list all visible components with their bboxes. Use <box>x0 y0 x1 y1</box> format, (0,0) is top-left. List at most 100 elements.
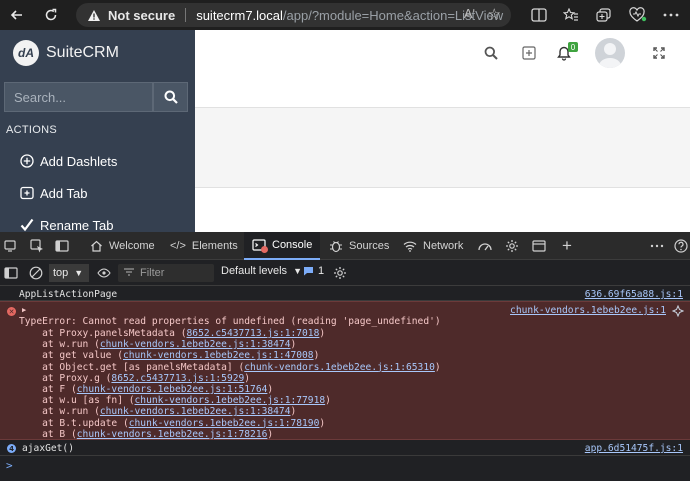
device-emulation-icon[interactable] <box>3 238 19 254</box>
not-secure-label[interactable]: Not secure <box>108 8 175 23</box>
notification-count-badge: 0 <box>568 42 578 52</box>
sidebar-search-button[interactable] <box>153 82 188 112</box>
favorite-star-icon[interactable]: ☆ <box>488 5 501 23</box>
stack-frame-link[interactable]: chunk-vendors.1ebeb2ee.js:1:65310 <box>244 362 435 373</box>
chevron-down-icon: ▼ <box>293 266 303 276</box>
stack-frame-link[interactable]: chunk-vendors.1ebeb2ee.js:1:78216 <box>77 429 268 440</box>
tab-elements[interactable]: </> Elements <box>168 232 244 260</box>
stack-frame-text: at B ( <box>19 428 77 440</box>
stack-frame: at w.run (chunk-vendors.1ebeb2ee.js:1:38… <box>19 406 296 417</box>
bug-icon <box>329 239 343 253</box>
add-panel-icon[interactable]: + <box>559 236 575 255</box>
stack-frame-text: ) <box>267 428 274 440</box>
stack-frame-link[interactable]: chunk-vendors.1ebeb2ee.js:1:38474 <box>100 406 291 417</box>
context-selector[interactable]: top ▼ <box>49 264 89 282</box>
stack-frame: at Proxy.panelsMetadata (8652.c5437713.j… <box>19 328 325 339</box>
stack-frame-link[interactable]: 8652.c5437713.js:1:7018 <box>187 328 320 339</box>
brand-name[interactable]: SuiteCRM <box>46 44 119 62</box>
browser-essentials-icon[interactable] <box>627 5 649 25</box>
global-search-icon[interactable] <box>482 44 500 62</box>
log-message: AppListActionPage 636.69f65a88.js:1 <box>0 286 690 301</box>
error-ai-explain-icon[interactable] <box>671 304 685 320</box>
address-bar[interactable]: Not secure suitecrm7.local/app/?module=H… <box>76 3 511 27</box>
stack-frame-text: ) <box>319 417 326 429</box>
stack-frame: at Object.get [as panelsMetadata] (chunk… <box>19 362 441 373</box>
crm-header: 0 <box>195 30 690 76</box>
checkmark-icon <box>20 218 34 232</box>
fullscreen-icon[interactable] <box>650 44 668 62</box>
help-icon[interactable] <box>673 238 689 254</box>
inspect-element-icon[interactable] <box>29 238 45 254</box>
refresh-icon <box>45 8 57 21</box>
favorites-icon[interactable] <box>560 5 582 25</box>
stack-frame-text: at w.run ( <box>19 339 100 351</box>
address-divider <box>185 8 187 22</box>
tab-sources[interactable]: Sources <box>329 232 395 260</box>
context-value: top <box>53 267 69 279</box>
issues-counter[interactable]: 1 <box>303 265 324 277</box>
code-icon: </> <box>170 240 186 252</box>
live-expression-eye-icon[interactable] <box>96 265 112 281</box>
quick-create-icon[interactable] <box>520 44 538 62</box>
application-panel-icon[interactable] <box>531 238 547 254</box>
performance-icon[interactable] <box>477 238 493 254</box>
log-text: ajaxGet() <box>22 443 74 454</box>
error-source-link[interactable]: chunk-vendors.1ebeb2ee.js:1 <box>510 305 666 316</box>
stack-frame-text: ) <box>434 361 441 373</box>
stack-frame-text: at F ( <box>19 384 77 395</box>
stack-frame: at get value (chunk-vendors.1ebeb2ee.js:… <box>19 350 319 361</box>
console-prompt-input[interactable]: > <box>0 456 690 476</box>
tab-console[interactable]: Console <box>244 232 320 260</box>
stack-frame: at B (chunk-vendors.1ebeb2ee.js:1:78216) <box>19 429 273 440</box>
stack-frame-text: ) <box>290 339 297 351</box>
console-filterbar: top ▼ Filter Default levels ▼ 1 <box>0 260 690 286</box>
url-host[interactable]: suitecrm7.local <box>196 8 283 23</box>
collections-icon[interactable] <box>593 5 615 25</box>
devtools-more-icon[interactable] <box>649 238 665 254</box>
log-source-link[interactable]: app.6d51475f.js:1 <box>585 443 683 454</box>
log-source-link[interactable]: 636.69f65a88.js:1 <box>585 289 683 300</box>
stack-frame-link[interactable]: chunk-vendors.1ebeb2ee.js:1:38474 <box>100 339 291 350</box>
issues-chat-icon <box>303 266 314 276</box>
split-screen-icon[interactable] <box>528 5 550 25</box>
tab-welcome[interactable]: Welcome <box>88 232 161 260</box>
devtools-panel: Welcome </> Elements Console Sources Net… <box>0 232 690 481</box>
read-aloud-icon[interactable]: Aʹ <box>464 6 475 21</box>
stack-frame-link[interactable]: chunk-vendors.1ebeb2ee.js:1:77918 <box>135 395 326 406</box>
console-settings-gear-icon[interactable] <box>332 265 348 281</box>
dashboard-tab-strip <box>195 107 690 188</box>
settings-gear-icon[interactable] <box>504 238 520 254</box>
user-avatar[interactable] <box>595 38 625 68</box>
stack-frame-text: ) <box>325 395 331 407</box>
stack-frame-text: at Proxy.g ( <box>19 372 112 384</box>
add-tab-icon <box>20 186 34 200</box>
add-dashlets-action[interactable]: Add Dashlets <box>20 151 117 171</box>
sidebar-search-input[interactable]: Search... <box>4 82 153 112</box>
stack-frame-link[interactable]: 8652.c5437713.js:1:5929 <box>111 373 244 384</box>
suitecrm-logo[interactable]: dA <box>13 40 39 66</box>
add-tab-action[interactable]: Add Tab <box>20 183 87 203</box>
sidebar-toggle-icon[interactable] <box>3 265 19 281</box>
back-arrow-icon <box>10 10 22 20</box>
expand-triangle-icon[interactable]: ▶ <box>22 306 26 314</box>
home-icon <box>90 240 103 252</box>
dock-side-icon[interactable] <box>54 238 70 254</box>
log-levels-dropdown[interactable]: Default levels ▼ <box>221 265 302 277</box>
clear-console-icon[interactable] <box>28 265 44 281</box>
refresh-button[interactable] <box>36 0 66 30</box>
action-label: Add Dashlets <box>40 153 118 169</box>
back-button[interactable] <box>2 0 32 30</box>
console-filter-input[interactable]: Filter <box>118 264 214 282</box>
stack-frame-link[interactable]: chunk-vendors.1ebeb2ee.js:1:78190 <box>129 418 320 429</box>
stack-frame-text: ) <box>313 350 320 362</box>
stack-frame-link[interactable]: chunk-vendors.1ebeb2ee.js:1:51764 <box>77 384 268 395</box>
levels-label: Default levels <box>221 265 288 277</box>
warning-icon[interactable] <box>86 8 102 22</box>
stack-frame-text: ) <box>290 406 297 418</box>
more-menu-icon[interactable] <box>660 5 682 25</box>
stack-frame-text: ) <box>319 328 326 339</box>
tab-network[interactable]: Network <box>403 232 469 260</box>
stack-frame-link[interactable]: chunk-vendors.1ebeb2ee.js:1:47008 <box>123 350 314 361</box>
error-text: TypeError: Cannot read properties of und… <box>19 316 441 327</box>
stack-frame-text: at Proxy.panelsMetadata ( <box>19 328 187 339</box>
